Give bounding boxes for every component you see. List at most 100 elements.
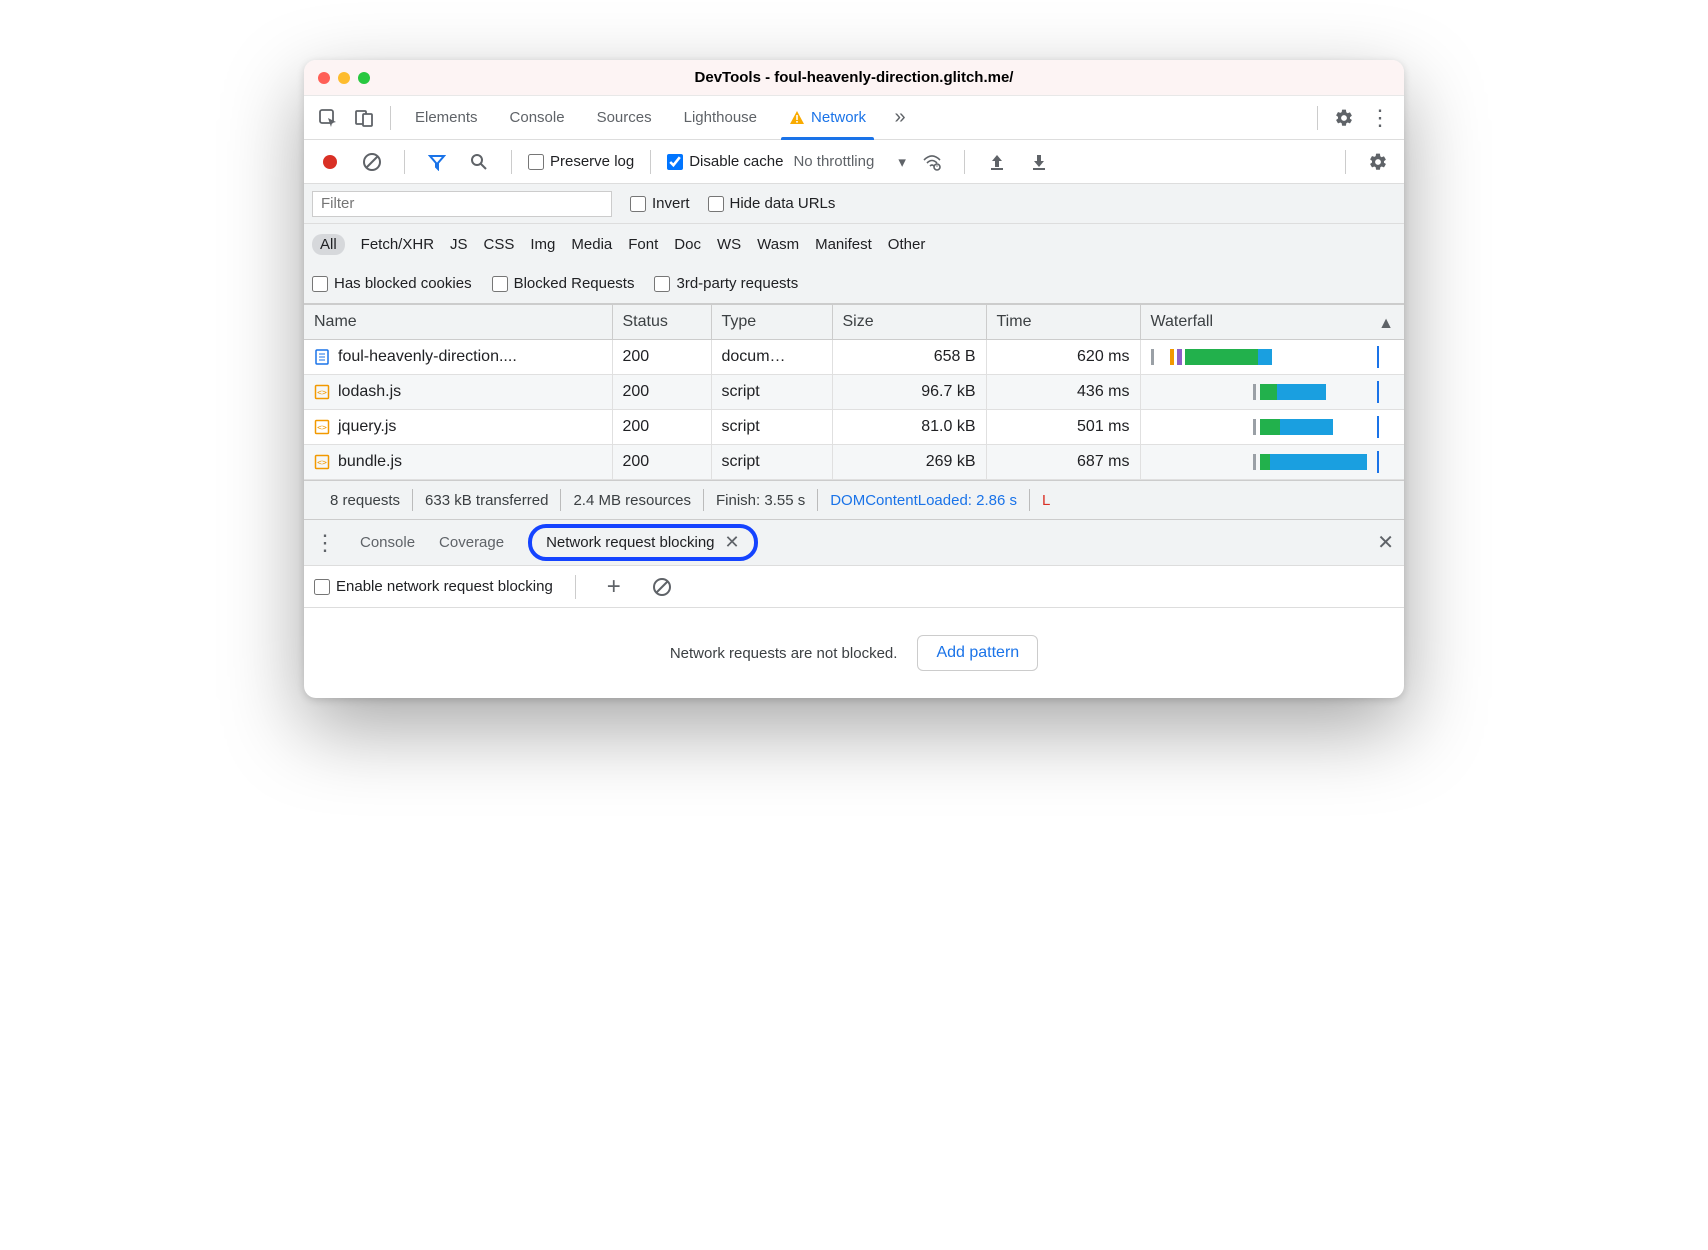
request-type: script bbox=[711, 410, 832, 445]
tab-console[interactable]: Console bbox=[496, 96, 579, 140]
type-manifest[interactable]: Manifest bbox=[815, 236, 872, 253]
col-waterfall[interactable]: Waterfall▲ bbox=[1140, 305, 1404, 340]
type-media[interactable]: Media bbox=[571, 236, 612, 253]
file-icon: <> bbox=[314, 384, 330, 400]
enable-blocking-checkbox[interactable]: Enable network request blocking bbox=[314, 578, 553, 595]
network-toolbar: Preserve log Disable cache No throttling… bbox=[304, 140, 1404, 184]
svg-text:<>: <> bbox=[317, 458, 327, 467]
disable-cache-checkbox[interactable]: Disable cache bbox=[667, 153, 783, 170]
table-row[interactable]: <>jquery.js200script81.0 kB501 ms bbox=[304, 410, 1404, 445]
request-time: 620 ms bbox=[986, 340, 1140, 375]
summary-dcl: DOMContentLoaded: 2.86 s bbox=[818, 492, 1029, 509]
request-time: 436 ms bbox=[986, 375, 1140, 410]
invert-checkbox[interactable]: Invert bbox=[630, 195, 690, 212]
type-wasm[interactable]: Wasm bbox=[757, 236, 799, 253]
titlebar: DevTools - foul-heavenly-direction.glitc… bbox=[304, 60, 1404, 96]
svg-text:<>: <> bbox=[317, 388, 327, 397]
filter-bar: Invert Hide data URLs bbox=[304, 184, 1404, 224]
preserve-log-checkbox[interactable]: Preserve log bbox=[528, 153, 634, 170]
request-size: 269 kB bbox=[832, 445, 986, 480]
inspect-icon[interactable] bbox=[312, 102, 344, 134]
network-table: Name Status Type Size Time Waterfall▲ fo… bbox=[304, 304, 1404, 480]
table-row[interactable]: <> bundle.js 200script269 kB687 ms bbox=[304, 445, 1404, 480]
close-tab-icon[interactable]: ✕ bbox=[725, 532, 740, 553]
type-img[interactable]: Img bbox=[530, 236, 555, 253]
blocking-empty-state: Network requests are not blocked. Add pa… bbox=[304, 608, 1404, 698]
drawer-tab-console[interactable]: Console bbox=[360, 534, 415, 551]
drawer-tab-coverage[interactable]: Coverage bbox=[439, 534, 504, 551]
resource-types: All Fetch/XHR JS CSS Img Media Font Doc … bbox=[304, 224, 1404, 264]
request-time: 687 ms bbox=[986, 445, 1140, 480]
kebab-menu-icon[interactable]: ⋮ bbox=[1364, 102, 1396, 134]
blocked-cookies-checkbox[interactable]: Has blocked cookies bbox=[312, 275, 472, 292]
request-name: bundle.js bbox=[338, 453, 402, 471]
type-other[interactable]: Other bbox=[888, 236, 926, 253]
type-font[interactable]: Font bbox=[628, 236, 658, 253]
close-drawer-icon[interactable]: ✕ bbox=[1377, 530, 1394, 555]
add-pattern-button[interactable]: Add pattern bbox=[917, 635, 1038, 671]
upload-icon[interactable] bbox=[981, 146, 1013, 178]
drawer-tab-blocking[interactable]: Network request blocking ✕ bbox=[528, 524, 758, 561]
device-toggle-icon[interactable] bbox=[348, 102, 380, 134]
request-status: 200 bbox=[612, 445, 711, 480]
type-js[interactable]: JS bbox=[450, 236, 468, 253]
type-fetch[interactable]: Fetch/XHR bbox=[361, 236, 434, 253]
throttling-select[interactable]: No throttling ▾ bbox=[793, 153, 905, 171]
request-type: script bbox=[711, 375, 832, 410]
request-type: script bbox=[711, 445, 832, 480]
clear-icon[interactable] bbox=[356, 146, 388, 178]
tab-elements[interactable]: Elements bbox=[401, 96, 492, 140]
col-time[interactable]: Time bbox=[986, 305, 1140, 340]
col-status[interactable]: Status bbox=[612, 305, 711, 340]
col-type[interactable]: Type bbox=[711, 305, 832, 340]
search-icon[interactable] bbox=[463, 146, 495, 178]
request-name: jquery.js bbox=[338, 418, 396, 436]
type-all[interactable]: All bbox=[312, 234, 345, 255]
waterfall-bar bbox=[1151, 346, 1395, 368]
request-size: 81.0 kB bbox=[832, 410, 986, 445]
add-pattern-icon[interactable]: + bbox=[598, 571, 630, 603]
filter-icon[interactable] bbox=[421, 146, 453, 178]
request-name: foul-heavenly-direction.... bbox=[338, 348, 517, 366]
tab-network[interactable]: Network bbox=[775, 96, 880, 140]
chevron-down-icon: ▾ bbox=[898, 153, 906, 171]
summary-transferred: 633 kB transferred bbox=[413, 492, 560, 509]
record-button[interactable] bbox=[314, 146, 346, 178]
type-css[interactable]: CSS bbox=[484, 236, 515, 253]
blocking-toolbar: Enable network request blocking + bbox=[304, 566, 1404, 608]
main-tabs: Elements Console Sources Lighthouse Netw… bbox=[304, 96, 1404, 140]
panel-settings-icon[interactable] bbox=[1362, 146, 1394, 178]
request-time: 501 ms bbox=[986, 410, 1140, 445]
drawer-menu-icon[interactable]: ⋮ bbox=[314, 530, 336, 556]
drawer-tabs: ⋮ Console Coverage Network request block… bbox=[304, 520, 1404, 566]
blocking-message: Network requests are not blocked. bbox=[670, 645, 898, 662]
summary-finish: Finish: 3.55 s bbox=[704, 492, 817, 509]
col-size[interactable]: Size bbox=[832, 305, 986, 340]
summary-bar: 8 requests 633 kB transferred 2.4 MB res… bbox=[304, 480, 1404, 520]
svg-text:<>: <> bbox=[317, 423, 327, 432]
request-name: lodash.js bbox=[338, 383, 401, 401]
settings-icon[interactable] bbox=[1328, 102, 1360, 134]
waterfall-bar bbox=[1151, 416, 1395, 438]
network-conditions-icon[interactable] bbox=[916, 146, 948, 178]
third-party-checkbox[interactable]: 3rd-party requests bbox=[654, 275, 798, 292]
remove-all-icon[interactable] bbox=[646, 571, 678, 603]
table-row[interactable]: foul-heavenly-direction....200docum…658 … bbox=[304, 340, 1404, 375]
table-row[interactable]: <>lodash.js200script96.7 kB436 ms bbox=[304, 375, 1404, 410]
type-ws[interactable]: WS bbox=[717, 236, 741, 253]
blocked-requests-checkbox[interactable]: Blocked Requests bbox=[492, 275, 635, 292]
file-icon bbox=[314, 349, 330, 365]
tab-sources[interactable]: Sources bbox=[583, 96, 666, 140]
download-icon[interactable] bbox=[1023, 146, 1055, 178]
more-tabs-icon[interactable]: » bbox=[884, 102, 916, 134]
filter-options: Has blocked cookies Blocked Requests 3rd… bbox=[304, 264, 1404, 304]
waterfall-bar bbox=[1151, 451, 1395, 473]
filter-input[interactable] bbox=[312, 191, 612, 217]
hide-data-urls-checkbox[interactable]: Hide data URLs bbox=[708, 195, 836, 212]
waterfall-bar bbox=[1151, 381, 1395, 403]
file-icon: <> bbox=[314, 454, 330, 470]
summary-requests: 8 requests bbox=[318, 492, 412, 509]
col-name[interactable]: Name bbox=[304, 305, 612, 340]
tab-lighthouse[interactable]: Lighthouse bbox=[670, 96, 771, 140]
type-doc[interactable]: Doc bbox=[674, 236, 701, 253]
